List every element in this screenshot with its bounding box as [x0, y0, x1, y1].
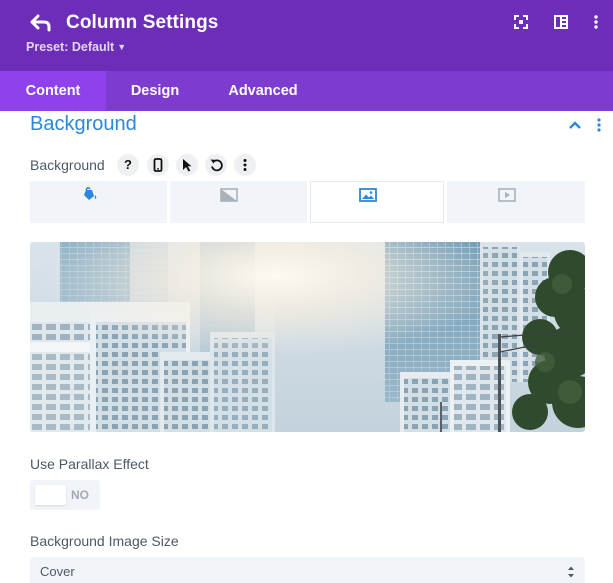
split-view-icon[interactable] — [553, 14, 569, 30]
parallax-label: Use Parallax Effect — [30, 456, 149, 472]
parallax-toggle[interactable]: NO — [30, 480, 100, 510]
preset-label: Preset: Default — [26, 40, 115, 54]
toggle-knob — [35, 485, 66, 505]
background-label: Background — [30, 157, 105, 173]
modal-header: Column Settings Preset: Default ▼ — [0, 0, 613, 71]
tab-advanced[interactable]: Advanced — [204, 71, 322, 111]
more-icon[interactable] — [588, 14, 604, 30]
help-icon[interactable]: ? — [117, 154, 139, 176]
tab-background-image[interactable] — [310, 181, 444, 223]
image-size-value: Cover — [40, 564, 75, 579]
select-arrows-icon — [567, 565, 575, 579]
image-size-label: Background Image Size — [30, 533, 179, 549]
more-icon[interactable] — [234, 154, 256, 176]
tab-background-color[interactable] — [30, 181, 167, 223]
back-icon[interactable] — [30, 13, 52, 33]
pointer-icon[interactable] — [176, 154, 198, 176]
reset-icon[interactable] — [205, 154, 227, 176]
caret-down-icon: ▼ — [117, 42, 127, 52]
tab-background-gradient[interactable] — [170, 181, 307, 223]
tab-design[interactable]: Design — [106, 71, 204, 111]
mobile-icon[interactable] — [147, 154, 169, 176]
modal-title: Column Settings — [66, 12, 219, 33]
section-title[interactable]: Background — [30, 113, 137, 136]
background-image-preview[interactable] — [30, 242, 585, 432]
image-size-select[interactable]: Cover — [30, 557, 585, 583]
fullscreen-icon[interactable] — [513, 14, 529, 30]
tab-background-video[interactable] — [447, 181, 585, 223]
toggle-state: NO — [71, 488, 89, 502]
chevron-up-icon[interactable] — [568, 118, 582, 130]
tab-content[interactable]: Content — [0, 71, 106, 111]
more-vertical-icon[interactable] — [596, 117, 602, 133]
preset-dropdown[interactable]: Preset: Default ▼ — [26, 40, 126, 54]
settings-tabs: Content Design Advanced — [0, 71, 613, 111]
